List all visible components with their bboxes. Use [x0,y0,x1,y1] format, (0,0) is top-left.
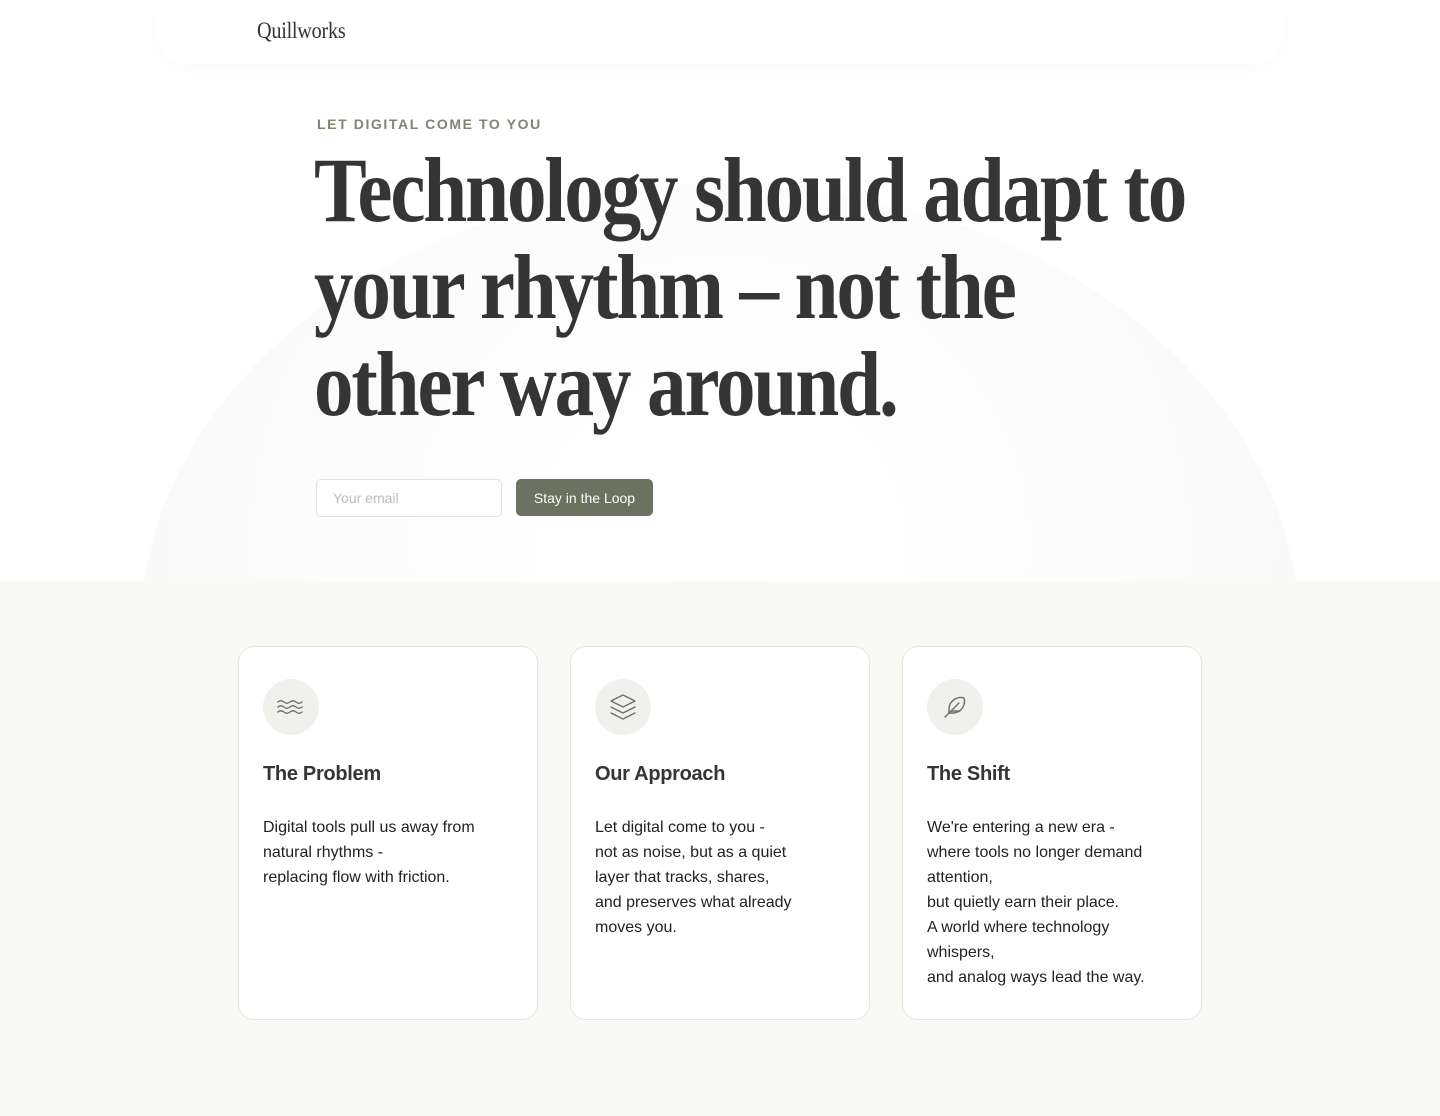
card-title: The Problem [263,763,381,785]
card-title: The Shift [927,763,1010,785]
page: Quillworks LET DIGITAL COME TO YOU Techn… [0,0,1440,1116]
feature-card-approach: Our Approach Let digital come to you - n… [570,646,870,1020]
card-body-line: whispers, [927,944,995,961]
logo[interactable]: Quillworks [257,18,346,44]
card-body-line: and analog ways lead the way. [927,969,1145,986]
stay-in-the-loop-button[interactable]: Stay in the Loop [516,479,653,516]
card-body: Digital tools pull us away from natural … [263,815,515,890]
card-body-line: but quietly earn their place. [927,894,1120,911]
layers-icon [595,679,651,735]
card-body-line: We're entering a new era - [927,819,1115,836]
email-input[interactable] [316,479,502,517]
card-body-line: natural rhythms - [263,844,384,861]
card-body-line: and preserves what already [595,894,792,911]
card-body-line: Let digital come to you - [595,819,765,836]
card-body-line: attention, [927,869,993,886]
card-body-line: not as noise, but as a quiet [595,844,787,861]
card-title: Our Approach [595,763,726,785]
card-body-line: replacing flow with friction. [263,869,450,886]
headline-line: your rhythm – not the [314,236,1017,338]
card-body-line: Digital tools pull us away from [263,819,475,836]
feature-card-shift: The Shift We're entering a new era - whe… [902,646,1202,1020]
card-body-line: A world where technology [927,919,1110,936]
feather-icon [927,679,983,735]
hero-section: LET DIGITAL COME TO YOU Technology shoul… [0,64,1440,582]
site-header: Quillworks [155,0,1285,64]
card-body-line: moves you. [595,919,677,936]
hero-headline: Technology should adapt to your rhythm –… [314,139,1187,435]
feature-card-problem: The Problem Digital tools pull us away f… [238,646,538,1020]
features-section: The Problem Digital tools pull us away f… [0,582,1440,1116]
card-body: We're entering a new era - where tools n… [927,815,1179,990]
waves-icon [263,679,319,735]
headline-line: Technology should adapt to [314,139,1187,241]
hero-eyebrow: LET DIGITAL COME TO YOU [317,116,542,132]
card-body: Let digital come to you - not as noise, … [595,815,847,940]
card-body-line: where tools no longer demand [927,844,1143,861]
headline-line: other way around. [314,333,899,435]
card-body-line: layer that tracks, shares, [595,869,770,886]
